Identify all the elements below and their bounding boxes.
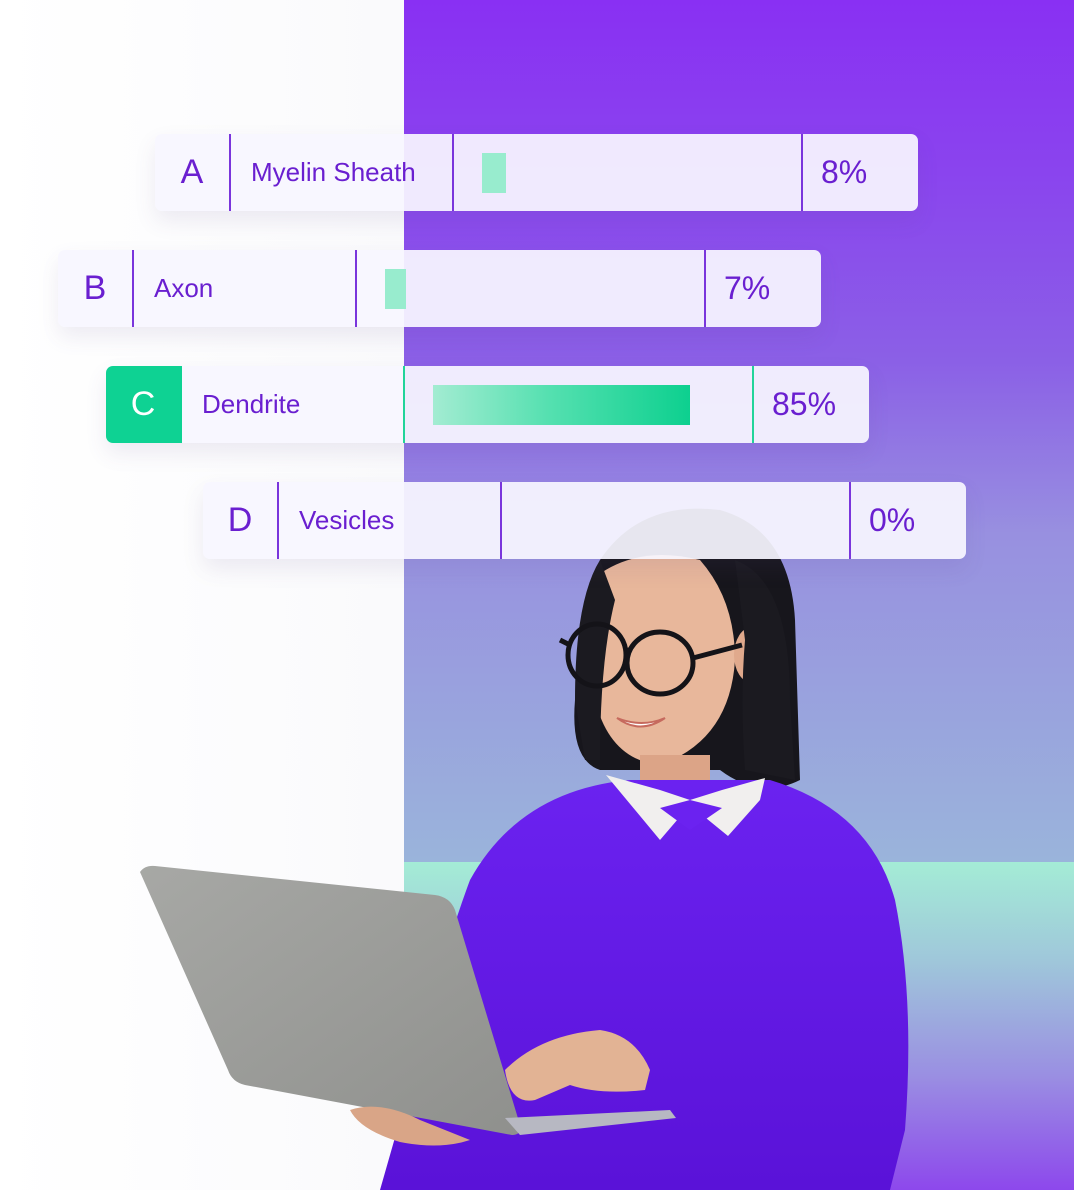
answer-percent: 7% <box>724 270 771 306</box>
answer-option-d[interactable]: D Vesicles 0% <box>203 482 966 559</box>
answer-percent: 0% <box>869 502 916 538</box>
answer-letter: C <box>106 366 182 443</box>
answer-percent: 85% <box>772 386 837 422</box>
result-bar-track <box>357 250 706 327</box>
result-bar-fill <box>433 385 690 425</box>
answer-option-c-correct[interactable]: C Dendrite 85% <box>106 366 869 443</box>
background-gradient-lower <box>404 862 1074 1190</box>
result-bar-track <box>502 482 851 559</box>
answer-label: Axon <box>134 250 357 327</box>
result-bar-fill <box>482 153 506 193</box>
result-bar-track <box>405 366 754 443</box>
answer-label: Myelin Sheath <box>231 134 454 211</box>
answer-label: Dendrite <box>182 366 405 443</box>
answer-label: Vesicles <box>279 482 502 559</box>
result-bar-fill <box>385 269 406 309</box>
answer-option-a[interactable]: A Myelin Sheath 8% <box>155 134 918 211</box>
answer-letter: A <box>155 134 231 211</box>
answer-percent: 8% <box>821 154 868 190</box>
answer-option-b[interactable]: B Axon 7% <box>58 250 821 327</box>
answer-letter: D <box>203 482 279 559</box>
answer-letter: B <box>58 250 134 327</box>
result-bar-track <box>454 134 803 211</box>
